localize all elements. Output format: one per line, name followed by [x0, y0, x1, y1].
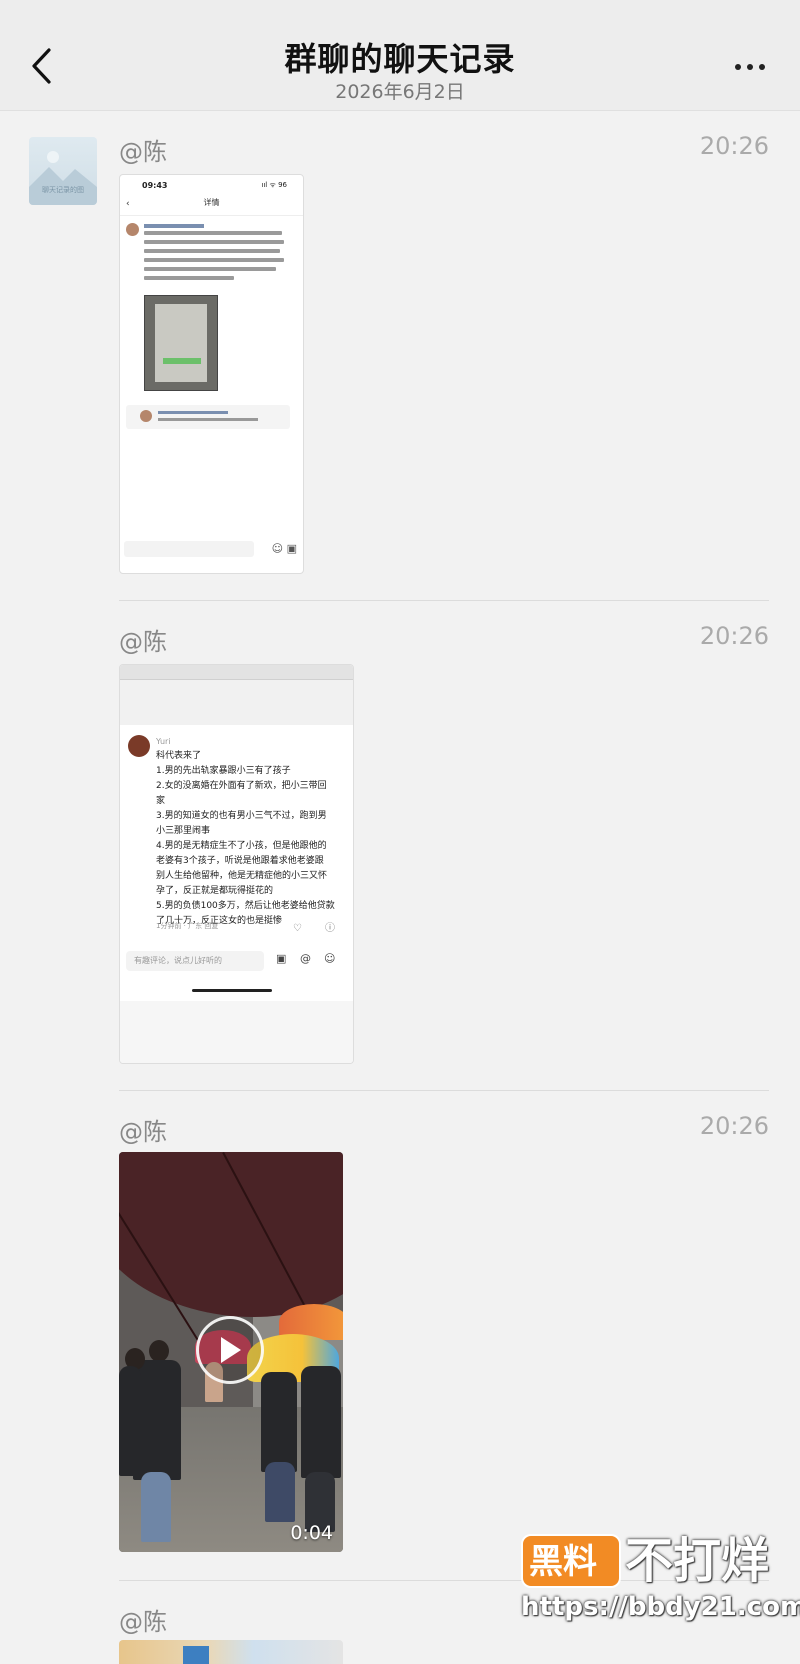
image-icon: ▣: [276, 952, 287, 965]
shot-like-icons: ♡ ⓘ: [292, 923, 345, 934]
sender-name: @陈: [119, 138, 167, 166]
video-message[interactable]: 0:04: [119, 1152, 343, 1552]
shot-user-name: Yuri: [156, 737, 171, 746]
message-time: 20:26: [699, 622, 769, 650]
video-duration: 0:04: [290, 1522, 333, 1544]
sender-name: @陈: [119, 1118, 167, 1146]
shot-toolbar: [120, 665, 353, 680]
shot-reply: [126, 405, 290, 429]
image-message[interactable]: [119, 1640, 343, 1664]
shot-comment-text: 科代表来了 1.男的先出轨家暴跟小三有了孩子 2.女的没离婚在外面有了新欢，把小…: [156, 751, 335, 926]
emoji-icon: ☺: [324, 952, 336, 965]
nav-bar: 群聊的聊天记录 2026年6月2日: [0, 22, 800, 111]
image-message[interactable]: Yuri 科代表来了 1.男的先出轨家暴跟小三有了孩子 2.女的没离婚在外面有了…: [119, 664, 354, 1064]
shot-input: [124, 541, 254, 557]
page-title: 群聊的聊天记录: [284, 40, 516, 78]
sender-name: @陈: [119, 1608, 167, 1636]
shot-status-bar: 09:43 ııl ᯤ 96: [142, 181, 287, 190]
shot-comment-meta: 1分钟前 · 广东 回复: [156, 922, 219, 930]
shot-text-block: [144, 231, 288, 285]
chevron-left-icon: ‹: [126, 199, 130, 209]
more-dots-icon: [735, 64, 741, 70]
divider: [119, 600, 769, 601]
play-button[interactable]: [196, 1316, 264, 1384]
watermark-url: https://bbdy21.com: [521, 1592, 800, 1622]
shot-user-name: [144, 224, 204, 228]
page-subtitle: 2026年6月2日: [335, 81, 465, 103]
avatar[interactable]: 聊天记录的图: [29, 137, 97, 205]
watermark-text: 不打烊: [625, 1533, 770, 1589]
home-indicator: [192, 989, 272, 992]
divider: [119, 1090, 769, 1091]
more-button[interactable]: [728, 52, 772, 82]
shot-header: ‹ 详情: [120, 197, 303, 216]
message-time: 20:26: [699, 132, 769, 160]
avatar-caption: 聊天记录的图: [42, 186, 84, 194]
message-header: @陈 20:26: [119, 132, 769, 166]
message-header: @陈 20:26: [119, 622, 769, 656]
shot-embedded-image: [144, 295, 218, 391]
at-icon: @: [300, 952, 311, 965]
status-bar: [0, 0, 800, 22]
play-icon: [221, 1337, 241, 1363]
shot-avatar: [126, 223, 139, 236]
image-message[interactable]: 09:43 ııl ᯤ 96 ‹ 详情 ☺ ▣: [119, 174, 304, 574]
message-time: 20:26: [699, 1112, 769, 1140]
watermark-logo: 黑料: [521, 1534, 621, 1588]
watermark: 黑料 不打烊 https://bbdy21.com: [521, 1533, 800, 1634]
sender-name: @陈: [119, 628, 167, 656]
shot-input: 有趣评论，说点儿好听的: [126, 951, 264, 971]
message-header: @陈 20:26: [119, 1112, 769, 1146]
shot-avatar: [128, 735, 150, 757]
shot-icons: ☺ ▣: [271, 542, 297, 555]
